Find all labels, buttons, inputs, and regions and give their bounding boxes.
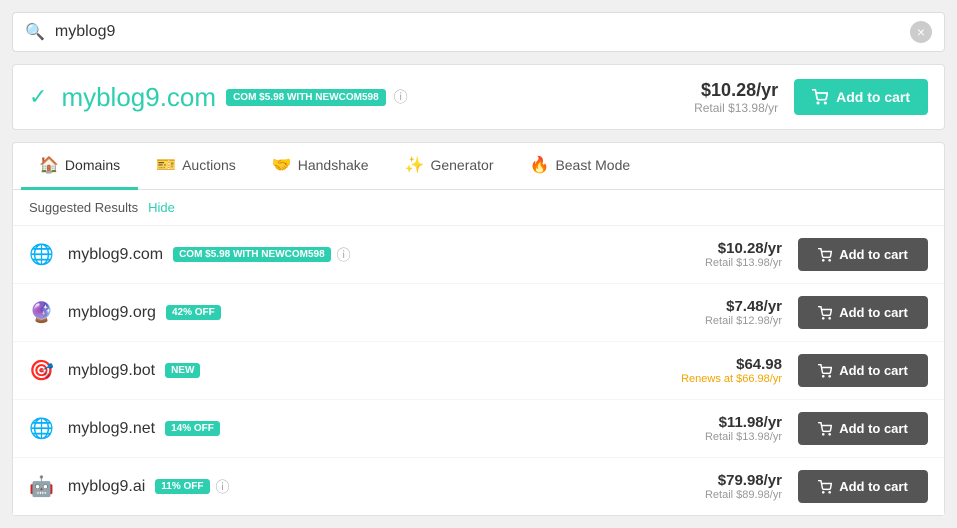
domain-icon-2: 🎯	[29, 358, 54, 383]
tab-generator[interactable]: ✨ Generator	[387, 143, 512, 190]
generator-tab-icon: ✨	[405, 155, 425, 175]
table-row: 🎯 myblog9.bot NEW $64.98 Renews at $66.9…	[13, 342, 944, 400]
hide-link[interactable]: Hide	[148, 200, 175, 215]
search-input[interactable]	[55, 23, 910, 41]
price-main-1: $7.48/yr	[692, 298, 782, 315]
page: 🔍 × ✓ myblog9.com COM $5.98 WITH NEWCOM5…	[0, 0, 957, 528]
add-to-cart-button-4[interactable]: Add to cart	[798, 470, 928, 503]
domain-price-1: $7.48/yr Retail $12.98/yr	[692, 298, 782, 327]
domain-price-0: $10.28/yr Retail $13.98/yr	[692, 240, 782, 269]
price-retail-1: Retail $12.98/yr	[692, 315, 782, 327]
domain-name-0: myblog9.com	[68, 246, 163, 264]
handshake-tab-icon: 🤝	[272, 155, 292, 175]
search-clear-button[interactable]: ×	[910, 21, 932, 43]
cart-icon-2	[818, 364, 832, 378]
domain-price-3: $11.98/yr Retail $13.98/yr	[692, 414, 782, 443]
featured-add-to-cart-button[interactable]: Add to cart	[794, 79, 928, 115]
tab-domains[interactable]: 🏠 Domains	[21, 143, 138, 190]
domain-info-icon-0[interactable]: ⓘ	[337, 245, 351, 265]
domain-name-3: myblog9.net	[68, 420, 155, 438]
domain-badge-3: 14% OFF	[165, 421, 220, 436]
domain-price-4: $79.98/yr Retail $89.98/yr	[692, 472, 782, 501]
cart-icon-4	[818, 480, 832, 494]
beast-mode-tab-icon: 🔥	[530, 155, 550, 175]
table-row: 🌐 myblog9.com COM $5.98 WITH NEWCOM598 ⓘ…	[13, 226, 944, 284]
domains-tab-icon: 🏠	[39, 155, 59, 175]
domain-price-2: $64.98 Renews at $66.98/yr	[681, 356, 782, 385]
featured-promo-badge: COM $5.98 WITH NEWCOM598	[226, 89, 386, 106]
domain-badge-4: 11% OFF	[155, 479, 209, 494]
tab-auctions[interactable]: 🎫 Auctions	[138, 143, 254, 190]
cart-icon-1	[818, 306, 832, 320]
tab-handshake[interactable]: 🤝 Handshake	[254, 143, 387, 190]
domain-icon-4: 🤖	[29, 474, 54, 499]
featured-price-main: $10.28/yr	[694, 80, 778, 101]
suggested-label: Suggested Results	[29, 200, 138, 215]
tabs: 🏠 Domains 🎫 Auctions 🤝 Handshake ✨ Gener…	[13, 143, 944, 190]
add-to-cart-button-0[interactable]: Add to cart	[798, 238, 928, 271]
cart-icon-0	[818, 248, 832, 262]
price-renews-2: Renews at $66.98/yr	[681, 373, 782, 385]
price-main-0: $10.28/yr	[692, 240, 782, 257]
cart-icon	[812, 89, 828, 105]
domain-icon-3: 🌐	[29, 416, 54, 441]
tab-beast-mode[interactable]: 🔥 Beast Mode	[512, 143, 649, 190]
search-bar: 🔍 ×	[12, 12, 945, 52]
add-to-cart-button-1[interactable]: Add to cart	[798, 296, 928, 329]
table-row: 🌐 myblog9.net 14% OFF $11.98/yr Retail $…	[13, 400, 944, 458]
domain-badge-2: NEW	[165, 363, 200, 378]
featured-price-retail: Retail $13.98/yr	[694, 101, 778, 115]
domain-badge-0: COM $5.98 WITH NEWCOM598	[173, 247, 331, 262]
domain-badge-1: 42% OFF	[166, 305, 221, 320]
suggested-header: Suggested Results Hide	[13, 190, 944, 226]
domain-icon-0: 🌐	[29, 242, 54, 267]
results-container: 🏠 Domains 🎫 Auctions 🤝 Handshake ✨ Gener…	[12, 142, 945, 516]
featured-info-icon[interactable]: ⓘ	[394, 87, 408, 107]
check-icon: ✓	[29, 84, 47, 110]
featured-price-block: $10.28/yr Retail $13.98/yr	[694, 80, 778, 115]
price-retail-3: Retail $13.98/yr	[692, 431, 782, 443]
price-main-4: $79.98/yr	[692, 472, 782, 489]
cart-icon-3	[818, 422, 832, 436]
add-to-cart-button-3[interactable]: Add to cart	[798, 412, 928, 445]
featured-result: ✓ myblog9.com COM $5.98 WITH NEWCOM598 ⓘ…	[12, 64, 945, 130]
domain-name-2: myblog9.bot	[68, 362, 155, 380]
price-main-3: $11.98/yr	[692, 414, 782, 431]
auctions-tab-icon: 🎫	[156, 155, 176, 175]
table-row: 🔮 myblog9.org 42% OFF $7.48/yr Retail $1…	[13, 284, 944, 342]
table-row: 🤖 myblog9.ai 11% OFF ⓘ $79.98/yr Retail …	[13, 458, 944, 515]
domain-icon-1: 🔮	[29, 300, 54, 325]
add-to-cart-button-2[interactable]: Add to cart	[798, 354, 928, 387]
domain-name-1: myblog9.org	[68, 304, 156, 322]
price-retail-4: Retail $89.98/yr	[692, 489, 782, 501]
price-retail-0: Retail $13.98/yr	[692, 257, 782, 269]
featured-domain-name: myblog9.com	[61, 82, 216, 113]
search-icon: 🔍	[25, 22, 45, 42]
domain-info-icon-4[interactable]: ⓘ	[216, 477, 230, 497]
price-main-2: $64.98	[681, 356, 782, 373]
domain-name-4: myblog9.ai	[68, 478, 145, 496]
